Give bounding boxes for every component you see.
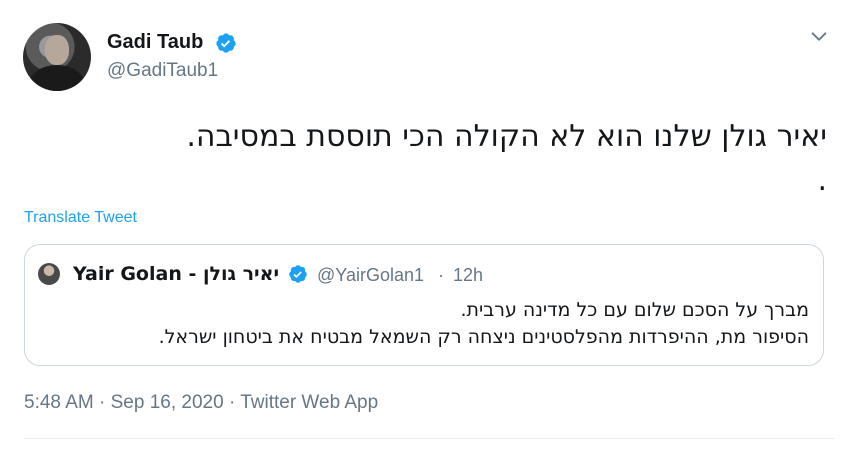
- tweet-date[interactable]: Sep 16, 2020: [111, 392, 224, 413]
- tweet-text-line: .: [817, 163, 827, 198]
- meta-separator: ·: [99, 392, 106, 413]
- tweet-text-line: יאיר גולן שלנו הוא לא הקולה הכי תוססת במ…: [186, 119, 827, 154]
- tweet-time[interactable]: 5:48 AM: [24, 392, 94, 413]
- tweet-text: יאיר גולן שלנו הוא לא הקולה הכי תוססת במ…: [47, 115, 827, 203]
- tweet-source[interactable]: Twitter Web App: [240, 392, 378, 413]
- verified-badge-icon: [216, 33, 236, 53]
- quoted-text-line: הסיפור מת, ההיפרדות מהפלסטינים ניצחה רק …: [158, 326, 809, 348]
- quoted-author-avatar: [38, 263, 60, 285]
- quoted-tweet-card[interactable]: Yair Golan - יאיר גולן @YairGolan1 · 12h…: [24, 244, 824, 366]
- quoted-timestamp[interactable]: 12h: [453, 265, 483, 286]
- avatar-shoulders: [29, 65, 85, 91]
- meta-separator: ·: [228, 392, 236, 413]
- quoted-author-handle: @YairGolan1: [317, 265, 424, 285]
- author-handle[interactable]: @GadiTaub1: [107, 60, 218, 82]
- tweet-metadata: 5:48 AM · Sep 16, 2020 · Twitter Web App: [24, 392, 378, 414]
- translate-tweet-link[interactable]: Translate Tweet: [24, 209, 137, 227]
- quoted-verified-badge-icon: [289, 265, 307, 283]
- author-avatar[interactable]: [23, 23, 91, 91]
- quoted-separator: ·: [438, 265, 444, 285]
- quoted-text-line: מברך על הסכם שלום עם כל מדינה ערבית.: [460, 299, 809, 321]
- divider: [24, 438, 834, 439]
- quoted-author-name: Yair Golan - יאיר גולן: [73, 263, 280, 285]
- avatar-head: [45, 35, 69, 65]
- quoted-tweet-text: מברך על הסכם שלום עם כל מדינה ערבית. הסי…: [49, 297, 809, 351]
- chevron-down-icon[interactable]: [808, 26, 830, 48]
- author-name[interactable]: Gadi Taub: [107, 31, 203, 54]
